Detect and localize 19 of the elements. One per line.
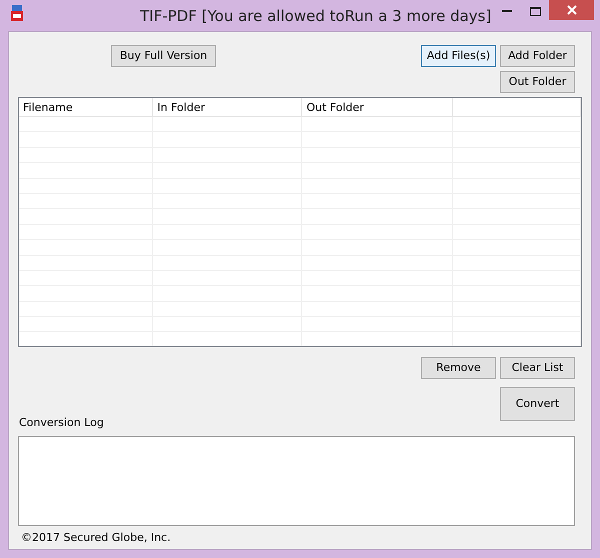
close-button[interactable] [549, 0, 594, 20]
clear-list-button[interactable]: Clear List [500, 357, 575, 379]
maximize-icon [530, 6, 540, 16]
out-folder-button[interactable]: Out Folder [500, 71, 575, 93]
minimize-icon [502, 10, 512, 12]
window-title: TIF-PDF [You are allowed toRun a 3 more days] [140, 6, 492, 27]
app-icon [11, 4, 23, 20]
convert-button[interactable]: Convert [500, 387, 575, 421]
column-header[interactable]: Out Folder [302, 98, 453, 116]
remove-button[interactable]: Remove [421, 357, 496, 379]
column-header[interactable]: In Folder [153, 98, 302, 116]
column-header[interactable]: Filename [19, 98, 154, 116]
log-label: Conversion Log [19, 415, 105, 431]
buy-button[interactable]: Buy Full Version [111, 45, 216, 68]
log-box[interactable] [18, 436, 575, 526]
add-folder-button[interactable]: Add Folder [500, 45, 575, 67]
close-icon [566, 5, 576, 15]
add-files-button[interactable]: Add Files(s) [421, 45, 496, 67]
copyright-text: ©2017 Secured Globe, Inc. [21, 530, 172, 546]
